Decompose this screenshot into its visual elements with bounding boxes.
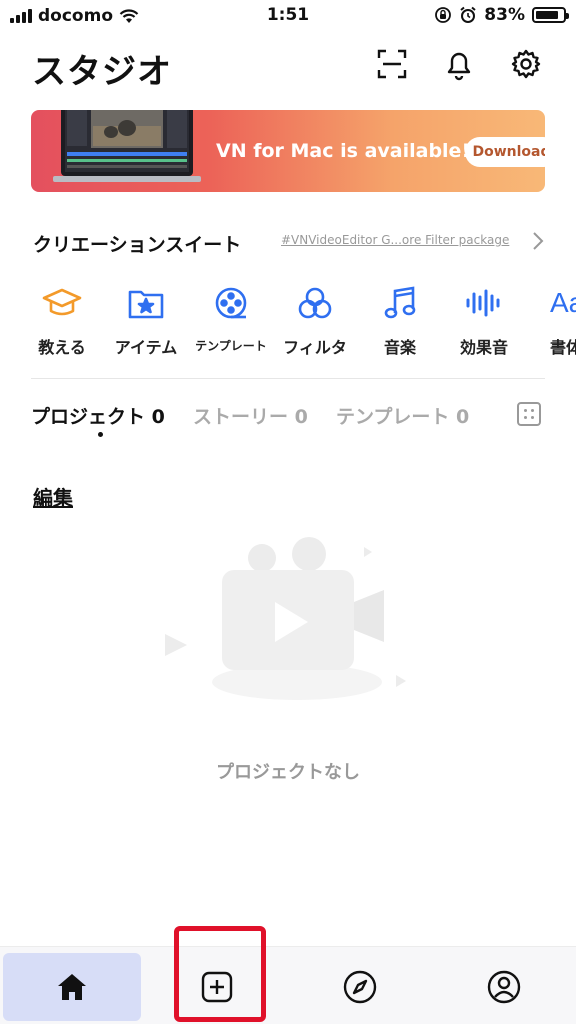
section-divider [31, 378, 545, 379]
grid-view-button[interactable] [517, 402, 541, 426]
chevron-right-icon[interactable] [531, 230, 545, 252]
tool-filters[interactable]: フィルタ [270, 284, 360, 358]
tool-label: アイテム [114, 338, 178, 357]
tool-fonts[interactable]: Aa 書体 [532, 284, 576, 358]
active-tab-indicator [98, 432, 103, 437]
home-icon [58, 974, 86, 1000]
music-note-icon [355, 284, 445, 322]
gear-icon[interactable] [508, 46, 544, 82]
laptop-illustration [53, 110, 201, 182]
status-bar: docomo 1:51 83% [0, 0, 576, 34]
tab-stories[interactable]: ストーリー 0 [193, 402, 308, 429]
waveform-icon [439, 284, 529, 322]
person-circle-icon [487, 970, 521, 1004]
tool-teach[interactable]: 教える [17, 284, 107, 358]
tab-templates[interactable]: テンプレート 0 [336, 402, 469, 429]
graduation-cap-icon [17, 284, 107, 322]
creation-tools: 教える アイテム テンプレート フィルタ 音楽 効果音 A 書体 [0, 284, 576, 364]
empty-state-text: プロジェクトなし [216, 762, 360, 783]
edit-link[interactable]: 編集 [33, 482, 73, 511]
scan-icon[interactable] [374, 46, 410, 82]
empty-camera-illustration [165, 537, 406, 700]
tool-music[interactable]: 音楽 [355, 284, 445, 358]
suite-link[interactable]: #VNVideoEditor G...ore Filter package [281, 233, 509, 247]
promo-banner[interactable]: VN for Mac is available! Download [31, 110, 545, 192]
tool-label: フィルタ [283, 338, 347, 357]
battery-icon [532, 7, 569, 23]
tool-items[interactable]: アイテム [101, 284, 191, 358]
page-title: スタジオ [32, 52, 172, 92]
alarm-icon [460, 6, 476, 23]
status-right: 83% [434, 5, 569, 25]
film-reel-icon [186, 284, 276, 322]
tab-projects[interactable]: プロジェクト 0 [31, 402, 165, 429]
tool-label: 書体 [550, 338, 576, 357]
nav-home[interactable] [3, 953, 141, 1021]
nav-discover[interactable] [291, 953, 429, 1021]
suite-title: クリエーションスイート [33, 234, 242, 256]
tool-label: 教える [38, 338, 86, 357]
filter-circles-icon [270, 284, 360, 322]
bell-icon[interactable] [441, 46, 477, 82]
compass-icon [343, 970, 377, 1004]
orientation-lock-icon [435, 7, 452, 23]
tool-label: 音楽 [383, 338, 416, 357]
download-button[interactable]: Download [465, 137, 545, 167]
nav-profile[interactable] [435, 953, 573, 1021]
star-folder-icon [101, 284, 191, 322]
highlight-annotation [174, 926, 266, 1022]
tool-label: テンプレート [195, 339, 267, 353]
tool-templates[interactable]: テンプレート [186, 284, 276, 354]
font-icon: Aa [550, 287, 576, 318]
bottom-nav [0, 946, 576, 1024]
tool-sound-effects[interactable]: 効果音 [439, 284, 529, 358]
battery-percent: 83% [484, 5, 525, 25]
battery-level [536, 11, 558, 19]
tool-label: 効果音 [459, 338, 508, 357]
banner-text: VN for Mac is available! [216, 140, 471, 162]
